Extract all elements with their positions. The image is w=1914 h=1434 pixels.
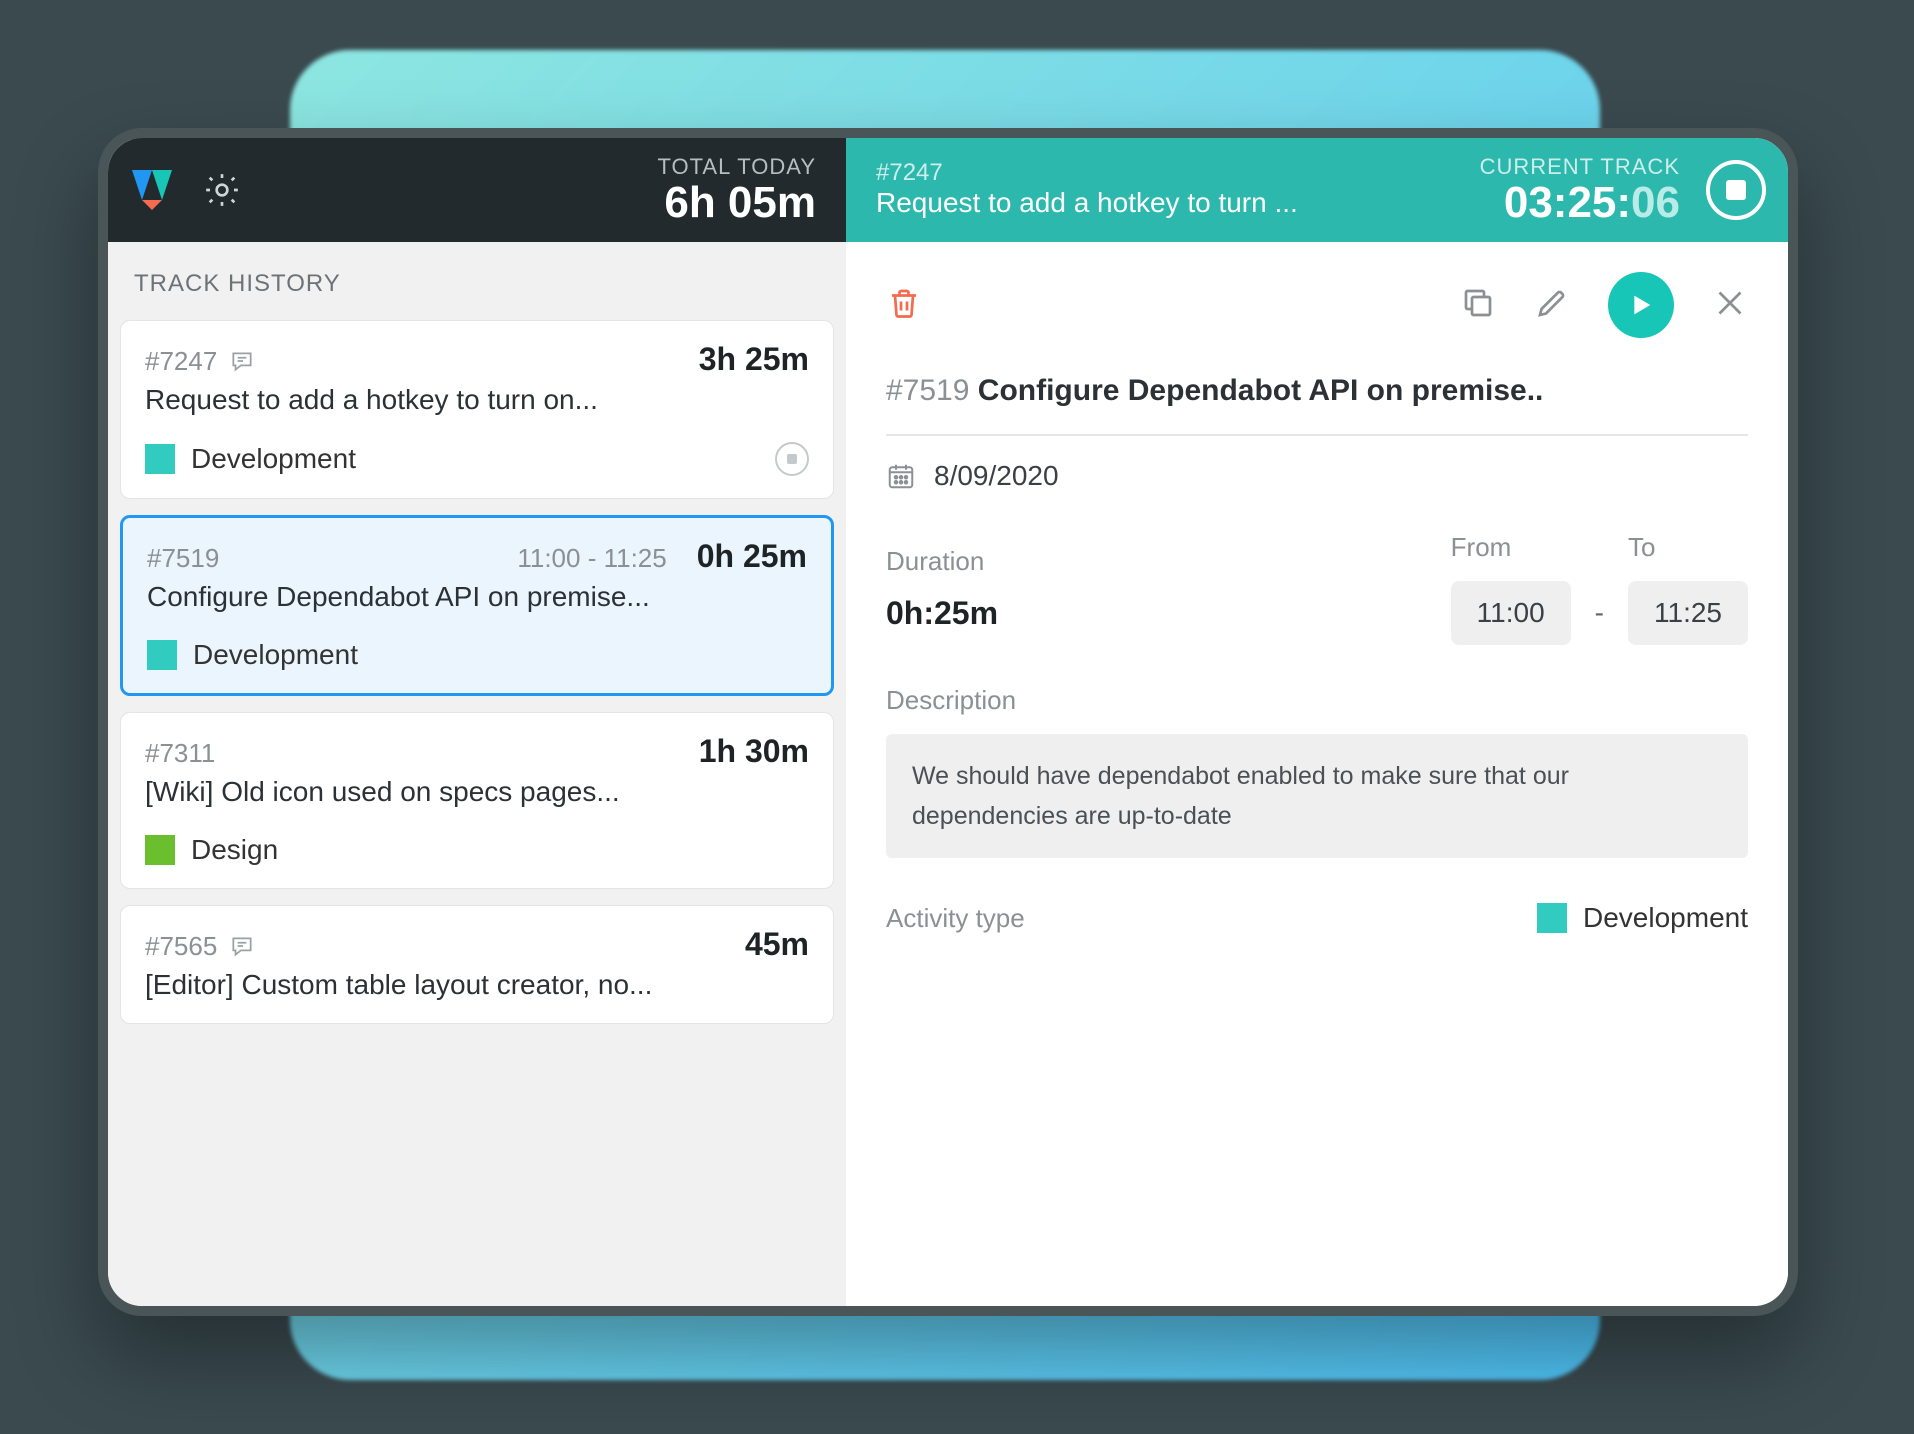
app-window: TOTAL TODAY 6h 05m #7247 Request to add … [98, 128, 1798, 1316]
divider [886, 434, 1748, 436]
card-activity-name: Design [191, 834, 278, 866]
activity-color-swatch [1537, 903, 1567, 933]
card-duration: 45m [745, 926, 809, 963]
history-list: #7247 3h 25m Request to add a hotkey to tu… [108, 320, 846, 1040]
total-today-value: 6h 05m [657, 180, 816, 226]
note-icon [229, 933, 255, 960]
current-track-info: #7247 Request to add a hotkey to turn ..… [876, 160, 1460, 220]
card-activity-swatch [145, 835, 175, 865]
activity-type-value[interactable]: Development [1583, 902, 1748, 934]
card-title: Request to add a hotkey to turn on... [145, 384, 809, 416]
to-input[interactable]: 11:25 [1628, 581, 1748, 645]
card-activity-swatch [147, 640, 177, 670]
stop-icon [1726, 180, 1746, 200]
history-card[interactable]: #7311 1h 30m [Wiki] Old icon used on specs… [120, 712, 834, 889]
detail-pane: #7519 Configure Dependabot API on premis… [846, 242, 1788, 1306]
current-timer: 03:25:06 [1480, 180, 1680, 226]
description-text[interactable]: We should have dependabot enabled to mak… [886, 734, 1748, 858]
topbar: TOTAL TODAY 6h 05m #7247 Request to add … [108, 138, 1788, 242]
card-title: [Editor] Custom table layout creator, no… [145, 969, 809, 1001]
app-logo[interactable] [130, 168, 174, 212]
card-top-row: #7519 11:00 - 11:25 0h 25m [147, 538, 807, 575]
card-id: #7247 [145, 346, 217, 377]
play-button[interactable] [1608, 272, 1674, 338]
duration-label: Duration [886, 546, 1427, 577]
history-card[interactable]: #7247 3h 25m Request to add a hotkey to tu… [120, 320, 834, 499]
delete-button[interactable] [886, 285, 922, 326]
card-title: [Wiki] Old icon used on specs pages... [145, 776, 809, 808]
note-icon [229, 348, 255, 375]
history-card[interactable]: #7565 45m [Editor] Custom table layout cre… [120, 905, 834, 1024]
card-activity-name: Development [191, 443, 356, 475]
card-stop-button[interactable] [775, 442, 809, 476]
card-duration: 1h 30m [699, 733, 809, 770]
card-top-row: #7247 3h 25m [145, 341, 809, 378]
card-time-range: 11:00 - 11:25 [517, 543, 666, 574]
duration-value: 0h:25m [886, 595, 1427, 632]
card-duration: 3h 25m [699, 341, 809, 378]
history-header: TRACK HISTORY [108, 242, 846, 320]
timer-seconds: 06 [1631, 178, 1680, 227]
current-timer-block: CURRENT TRACK 03:25:06 [1480, 154, 1680, 226]
current-issue-title: Request to add a hotkey to turn ... [876, 186, 1460, 220]
timer-main: 03:25: [1504, 178, 1631, 227]
card-footer: Development [145, 442, 809, 476]
card-footer: Development [147, 639, 807, 671]
card-activity-swatch [145, 444, 175, 474]
history-pane: TRACK HISTORY #7247 3h 25m Request to add … [108, 242, 846, 1306]
current-issue-id: #7247 [876, 160, 1460, 186]
card-top-row: #7565 45m [145, 926, 809, 963]
detail-duration-grid: Duration 0h:25m From 11:00 - To 11:25 [886, 532, 1748, 645]
card-duration: 0h 25m [697, 538, 807, 575]
current-track-label: CURRENT TRACK [1480, 154, 1680, 180]
close-button[interactable] [1712, 285, 1748, 326]
activity-footer: Activity type Development [886, 902, 1748, 934]
card-footer: Design [145, 834, 809, 866]
card-activity-name: Development [193, 639, 358, 671]
app-body: TRACK HISTORY #7247 3h 25m Request to add … [108, 242, 1788, 1306]
settings-button[interactable] [202, 170, 242, 210]
history-card[interactable]: #7519 11:00 - 11:25 0h 25m Configure Depend… [120, 515, 834, 696]
detail-title: #7519 Configure Dependabot API on premis… [886, 374, 1748, 408]
card-id: #7519 [147, 543, 219, 574]
total-today-label: TOTAL TODAY [657, 154, 816, 180]
from-input[interactable]: 11:00 [1451, 581, 1571, 645]
calendar-icon [886, 461, 916, 491]
from-label: From [1451, 532, 1571, 563]
dash-spacer [1595, 548, 1604, 579]
detail-date-value: 8/09/2020 [934, 460, 1059, 492]
card-id: #7311 [145, 738, 215, 769]
description-label: Description [886, 685, 1748, 716]
edit-button[interactable] [1534, 285, 1570, 326]
topbar-right: #7247 Request to add a hotkey to turn ..… [846, 138, 1788, 242]
detail-issue-title: Configure Dependabot API on premise.. [978, 374, 1544, 407]
to-label: To [1628, 532, 1748, 563]
activity-type-label: Activity type [886, 903, 1537, 934]
time-dash: - [1595, 597, 1604, 629]
detail-date-row[interactable]: 8/09/2020 [886, 460, 1748, 492]
card-title: Configure Dependabot API on premise... [147, 581, 807, 613]
copy-button[interactable] [1460, 285, 1496, 326]
topbar-left: TOTAL TODAY 6h 05m [108, 138, 846, 242]
stop-button[interactable] [1706, 160, 1766, 220]
card-id: #7565 [145, 931, 217, 962]
card-top-row: #7311 1h 30m [145, 733, 809, 770]
detail-action-bar [886, 272, 1748, 338]
detail-issue-id: #7519 [886, 374, 969, 407]
description-block: Description We should have dependabot en… [886, 685, 1748, 858]
total-today: TOTAL TODAY 6h 05m [657, 154, 816, 226]
